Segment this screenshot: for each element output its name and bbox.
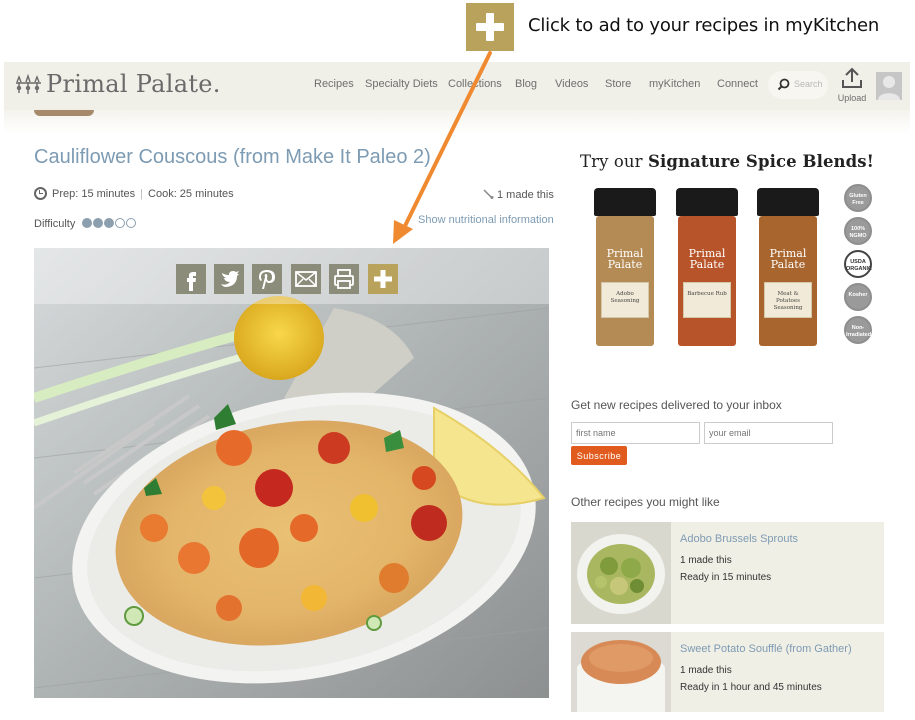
made-this-count: 1 made this bbox=[497, 189, 554, 201]
recipe-title: Cauliflower Couscous (from Make It Paleo… bbox=[34, 146, 431, 168]
non-irradiated-badge: Non-Irradiated bbox=[844, 316, 872, 344]
nutrition-link[interactable]: Show nutritional information bbox=[418, 214, 554, 226]
clock-icon bbox=[34, 187, 47, 200]
recipe-card-ready: Ready in 15 minutes bbox=[680, 572, 772, 583]
facebook-share-button[interactable] bbox=[176, 264, 206, 294]
nav-recipes[interactable]: Recipes bbox=[314, 78, 354, 90]
usda-organic-badge: USDA ORGANIC bbox=[844, 250, 872, 278]
jar-body: Primal Palate Adobo Seasoning bbox=[596, 216, 654, 346]
nav-collections[interactable]: Collections bbox=[448, 78, 502, 90]
facebook-icon bbox=[187, 272, 196, 291]
jar-brand: Primal Palate bbox=[606, 247, 644, 271]
recipe-card-title[interactable]: Adobo Brussels Sprouts bbox=[680, 533, 798, 545]
first-name-field[interactable] bbox=[571, 422, 700, 444]
recipe-photo bbox=[34, 248, 549, 698]
callout-plus-icon bbox=[466, 3, 514, 51]
pinterest-icon bbox=[259, 270, 275, 289]
nav-mykitchen[interactable]: myKitchen bbox=[649, 78, 700, 90]
search-icon bbox=[777, 78, 790, 91]
difficulty-dot bbox=[82, 218, 93, 228]
couscous-photo bbox=[34, 248, 549, 698]
upload-button[interactable]: Upload bbox=[836, 66, 868, 106]
email-share-button[interactable] bbox=[291, 264, 321, 294]
twitter-share-button[interactable] bbox=[214, 264, 244, 294]
spice-blends-ad[interactable]: Try our Signature Spice Blends! Primal P… bbox=[568, 146, 888, 368]
email-field[interactable] bbox=[704, 422, 833, 444]
difficulty-dot bbox=[126, 218, 137, 228]
search-input[interactable]: Search bbox=[768, 71, 828, 99]
upload-label: Upload bbox=[837, 93, 867, 103]
recipe-card-ready: Ready in 1 hour and 45 minutes bbox=[680, 682, 822, 693]
spice-jar-barbecue[interactable]: Primal Palate Barbecue Rub bbox=[676, 188, 738, 348]
avatar[interactable] bbox=[876, 72, 902, 100]
difficulty-rating: Difficulty bbox=[34, 218, 137, 230]
spice-jar-adobo[interactable]: Primal Palate Adobo Seasoning bbox=[594, 188, 656, 348]
site-logo[interactable]: Primal Palate. bbox=[46, 70, 221, 98]
brussels-sprouts-photo bbox=[571, 522, 671, 624]
difficulty-dots bbox=[81, 218, 137, 230]
upload-icon bbox=[842, 67, 862, 88]
subnav-strip bbox=[4, 110, 910, 134]
spice-jar-meat-potatoes[interactable]: Primal Palate Meat & Potatoes Seasoning bbox=[757, 188, 819, 348]
nav-blog[interactable]: Blog bbox=[515, 78, 537, 90]
recipe-card[interactable]: Sweet Potato Soufflé (from Gather) 1 mad… bbox=[571, 632, 884, 712]
jar-body: Primal Palate Meat & Potatoes Seasoning bbox=[759, 216, 817, 346]
nav-specialty-diets[interactable]: Specialty Diets bbox=[365, 78, 438, 90]
share-bar bbox=[34, 248, 549, 304]
recipe-thumbnail bbox=[571, 522, 671, 624]
gluten-free-badge: Gluten Free bbox=[844, 184, 872, 212]
email-icon bbox=[295, 271, 317, 287]
subnav-thumbnail bbox=[34, 110, 94, 116]
plus-icon bbox=[374, 270, 392, 288]
newsletter-heading: Get new recipes delivered to your inbox bbox=[571, 398, 782, 412]
recipe-card[interactable]: Adobo Brussels Sprouts 1 made this Ready… bbox=[571, 522, 884, 624]
spice-ad-title: Try our Signature Spice Blends! bbox=[580, 152, 875, 171]
recipe-thumbnail bbox=[571, 632, 671, 712]
logo-icon[interactable] bbox=[14, 72, 44, 98]
pinterest-share-button[interactable] bbox=[252, 264, 282, 294]
made-this-link[interactable]: 1 made this bbox=[483, 189, 554, 201]
jar-brand: Primal Palate bbox=[769, 247, 807, 271]
spoon-icon bbox=[483, 189, 494, 199]
nav-connect[interactable]: Connect bbox=[717, 78, 758, 90]
jar-label: Meat & Potatoes Seasoning bbox=[764, 282, 812, 318]
user-avatar-icon bbox=[878, 76, 900, 100]
subscribe-button[interactable]: Subscribe bbox=[571, 446, 627, 465]
difficulty-label: Difficulty bbox=[34, 218, 76, 230]
print-icon bbox=[334, 269, 354, 289]
difficulty-dot bbox=[115, 218, 126, 228]
kosher-badge: Kosher bbox=[844, 283, 872, 311]
jar-label: Barbecue Rub bbox=[683, 282, 731, 318]
callout-text: Click to ad to your recipes in myKitchen bbox=[528, 15, 880, 36]
jar-label: Adobo Seasoning bbox=[601, 282, 649, 318]
twitter-icon bbox=[221, 271, 239, 287]
jar-body: Primal Palate Barbecue Rub bbox=[678, 216, 736, 346]
other-recipes-heading: Other recipes you might like bbox=[571, 495, 720, 509]
recipe-card-made: 1 made this bbox=[680, 555, 732, 566]
recipe-time: Prep: 15 minutes | Cook: 25 minutes bbox=[34, 187, 234, 200]
nav-videos[interactable]: Videos bbox=[555, 78, 588, 90]
print-button[interactable] bbox=[329, 264, 359, 294]
sweet-potato-souffle-photo bbox=[571, 632, 671, 712]
difficulty-dot bbox=[104, 218, 115, 228]
add-to-mykitchen-button[interactable] bbox=[368, 264, 398, 294]
recipe-card-title[interactable]: Sweet Potato Soufflé (from Gather) bbox=[680, 643, 852, 655]
non-gmo-badge: 100% NGMO bbox=[844, 217, 872, 245]
top-navbar: Primal Palate. Recipes Specialty Diets C… bbox=[4, 62, 910, 110]
jar-brand: Primal Palate bbox=[688, 247, 726, 271]
search-placeholder: Search bbox=[794, 79, 823, 89]
recipe-card-made: 1 made this bbox=[680, 665, 732, 676]
difficulty-dot bbox=[93, 218, 104, 228]
nav-store[interactable]: Store bbox=[605, 78, 631, 90]
cook-time: Cook: 25 minutes bbox=[148, 188, 234, 200]
prep-time: Prep: 15 minutes bbox=[52, 188, 136, 200]
